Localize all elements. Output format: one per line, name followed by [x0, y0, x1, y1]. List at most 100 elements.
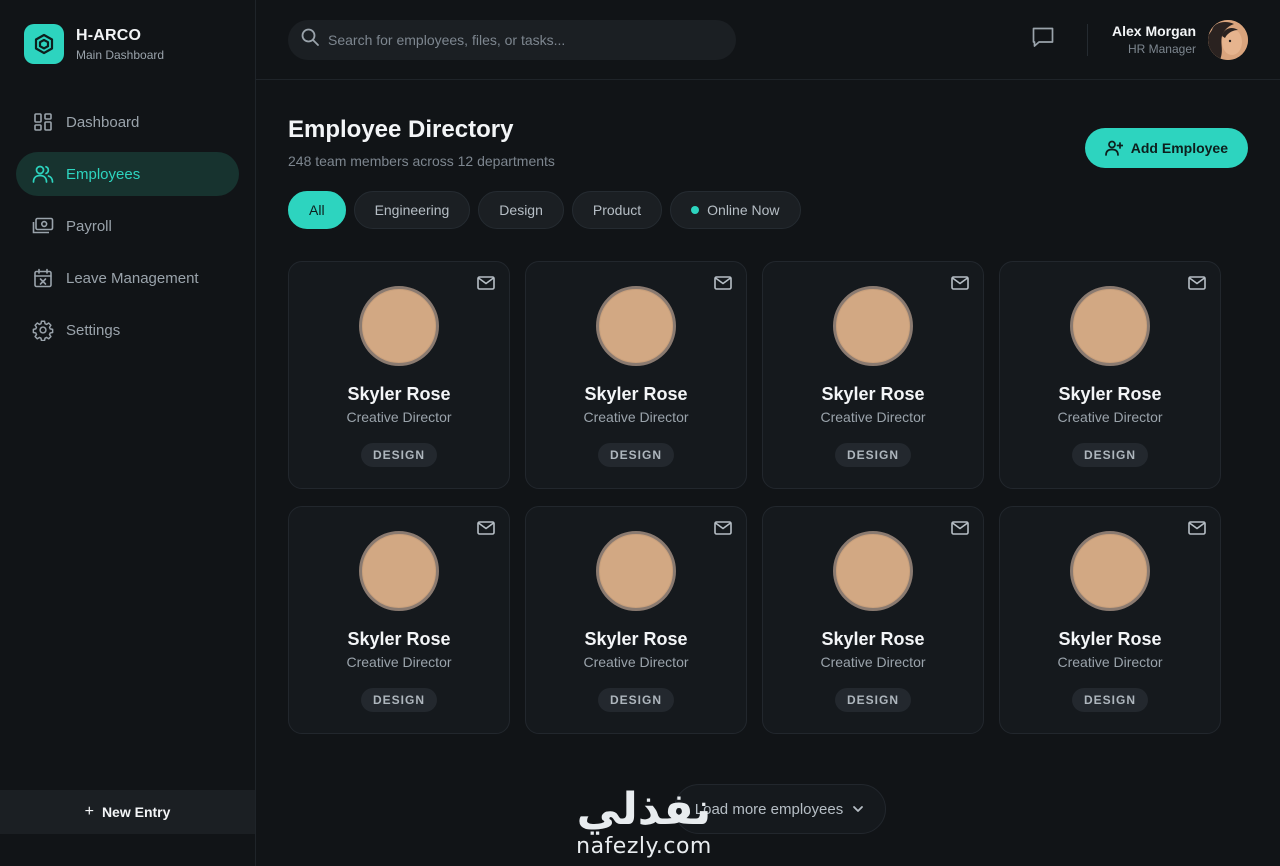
chevron-down-icon: [851, 802, 865, 816]
department-badge: DESIGN: [360, 688, 437, 712]
messages-button[interactable]: [1027, 24, 1059, 56]
sidebar-item-leave-management[interactable]: Leave Management: [16, 256, 239, 300]
employee-card[interactable]: Skyler Rose Creative Director DESIGN: [999, 506, 1221, 734]
department-badge: DESIGN: [1071, 688, 1148, 712]
sidebar-item-employees[interactable]: Employees: [16, 152, 239, 196]
department-badge: DESIGN: [834, 688, 911, 712]
search-input[interactable]: [328, 31, 724, 48]
employee-name: Skyler Rose: [584, 629, 688, 649]
filter-chip-engineering[interactable]: Engineering: [353, 191, 471, 229]
mail-icon[interactable]: [1188, 521, 1206, 540]
employee-avatar: [359, 531, 439, 611]
avatar[interactable]: [1208, 19, 1248, 60]
employee-name: Skyler Rose: [1058, 629, 1162, 649]
calendar-x-icon: [32, 267, 54, 289]
employee-avatar: [833, 531, 913, 611]
employee-name: Skyler Rose: [347, 629, 451, 649]
department-badge: DESIGN: [597, 688, 674, 712]
employee-role: Creative Director: [346, 409, 452, 425]
online-status-dot: [691, 206, 700, 214]
employee-name: Skyler Rose: [821, 629, 925, 649]
employee-card[interactable]: Skyler Rose Creative Director DESIGN: [762, 261, 984, 489]
load-more-button[interactable]: Load more employees: [674, 784, 886, 834]
employee-grid: Skyler Rose Creative Director DESIGN Sky…: [288, 261, 1248, 734]
mail-icon[interactable]: [477, 521, 495, 540]
filter-chip-all[interactable]: All: [288, 191, 346, 229]
sidebar-item-payroll[interactable]: Payroll: [16, 204, 239, 248]
directory-content: Employee Directory 248 team members acro…: [256, 80, 1280, 734]
load-more-label: Load more employees: [694, 800, 844, 818]
filter-chip-online-now[interactable]: Online Now: [670, 191, 801, 229]
main-area: Alex Morgan HR Manager Employee: [256, 0, 1280, 866]
department-badge: DESIGN: [1071, 443, 1148, 467]
employee-avatar: [833, 286, 913, 366]
employee-avatar: [1070, 531, 1150, 611]
employee-card[interactable]: Skyler Rose Creative Director DESIGN: [525, 261, 747, 489]
user-role: HR Manager: [1127, 42, 1196, 56]
employee-card[interactable]: Skyler Rose Creative Director DESIGN: [999, 261, 1221, 489]
sidebar-item-label: Leave Management: [66, 269, 199, 287]
employee-avatar: [596, 531, 676, 611]
employee-card[interactable]: Skyler Rose Creative Director DESIGN: [525, 506, 747, 734]
employee-card[interactable]: Skyler Rose Creative Director DESIGN: [762, 506, 984, 734]
sidebar-nav: Dashboard Employees Payroll Leave Manage…: [0, 100, 255, 352]
brand[interactable]: H-ARCO Main Dashboard: [0, 0, 255, 64]
employee-card[interactable]: Skyler Rose Creative Director DESIGN: [288, 506, 510, 734]
employee-role: Creative Director: [820, 409, 926, 425]
filter-chip-product[interactable]: Product: [571, 191, 663, 229]
filter-chip-label: Design: [499, 202, 543, 218]
filter-chip-label: Online Now: [707, 202, 780, 218]
sidebar-item-label: Settings: [66, 321, 121, 339]
employee-role: Creative Director: [820, 654, 926, 670]
sidebar-item-settings[interactable]: Settings: [16, 308, 239, 352]
topbar: Alex Morgan HR Manager: [256, 0, 1280, 80]
gear-icon: [32, 319, 54, 341]
filter-chips: All Engineering Design Product Online No…: [288, 191, 1248, 229]
grid-icon: [32, 111, 54, 133]
plus-icon: +: [84, 803, 94, 820]
app-root: H-ARCO Main Dashboard Dashboard Employee…: [0, 0, 1280, 866]
mail-icon[interactable]: [951, 276, 969, 295]
employee-card[interactable]: Skyler Rose Creative Director DESIGN: [288, 261, 510, 489]
sidebar-item-label: Employees: [66, 165, 141, 183]
new-entry-button[interactable]: + New Entry: [0, 790, 255, 834]
brand-title: H-ARCO: [76, 26, 142, 44]
employee-name: Skyler Rose: [821, 384, 925, 404]
employee-role: Creative Director: [346, 654, 452, 670]
user-name: Alex Morgan: [1111, 23, 1196, 39]
search-bar[interactable]: [288, 19, 736, 60]
department-badge: DESIGN: [834, 443, 911, 467]
employee-role: Creative Director: [583, 409, 689, 425]
mail-icon[interactable]: [951, 521, 969, 540]
users-icon: [32, 163, 54, 185]
employee-name: Skyler Rose: [584, 384, 688, 404]
employee-role: Creative Director: [583, 654, 689, 670]
add-employee-label: Add Employee: [1130, 140, 1228, 156]
mail-icon[interactable]: [714, 521, 732, 540]
mail-icon[interactable]: [714, 276, 732, 295]
mail-icon[interactable]: [477, 276, 495, 295]
employee-name: Skyler Rose: [347, 384, 451, 404]
sidebar-item-dashboard[interactable]: Dashboard: [16, 100, 239, 144]
sidebar: H-ARCO Main Dashboard Dashboard Employee…: [0, 0, 256, 866]
cash-icon: [32, 215, 54, 237]
employee-avatar: [359, 286, 439, 366]
filter-chip-label: All: [309, 202, 325, 218]
employee-avatar: [596, 286, 676, 366]
filter-chip-label: Product: [592, 202, 642, 218]
mail-icon[interactable]: [1188, 276, 1206, 295]
add-employee-button[interactable]: Add Employee: [1084, 128, 1248, 168]
chat-icon: [1031, 26, 1055, 53]
employee-role: Creative Director: [1057, 654, 1163, 670]
page-subtitle: 248 team members across 12 departments: [288, 153, 555, 169]
user-info[interactable]: Alex Morgan HR Manager: [1112, 23, 1196, 56]
filter-chip-design[interactable]: Design: [478, 191, 564, 229]
topbar-divider: [1086, 23, 1088, 56]
new-entry-label: New Entry: [101, 804, 171, 820]
watermark-latin: nafezly.com: [576, 834, 712, 859]
brand-logo-icon: [24, 24, 64, 64]
employee-name: Skyler Rose: [1058, 384, 1162, 404]
sidebar-item-label: Dashboard: [66, 113, 140, 131]
user-plus-icon: [1104, 140, 1123, 156]
sidebar-item-label: Payroll: [66, 217, 112, 235]
